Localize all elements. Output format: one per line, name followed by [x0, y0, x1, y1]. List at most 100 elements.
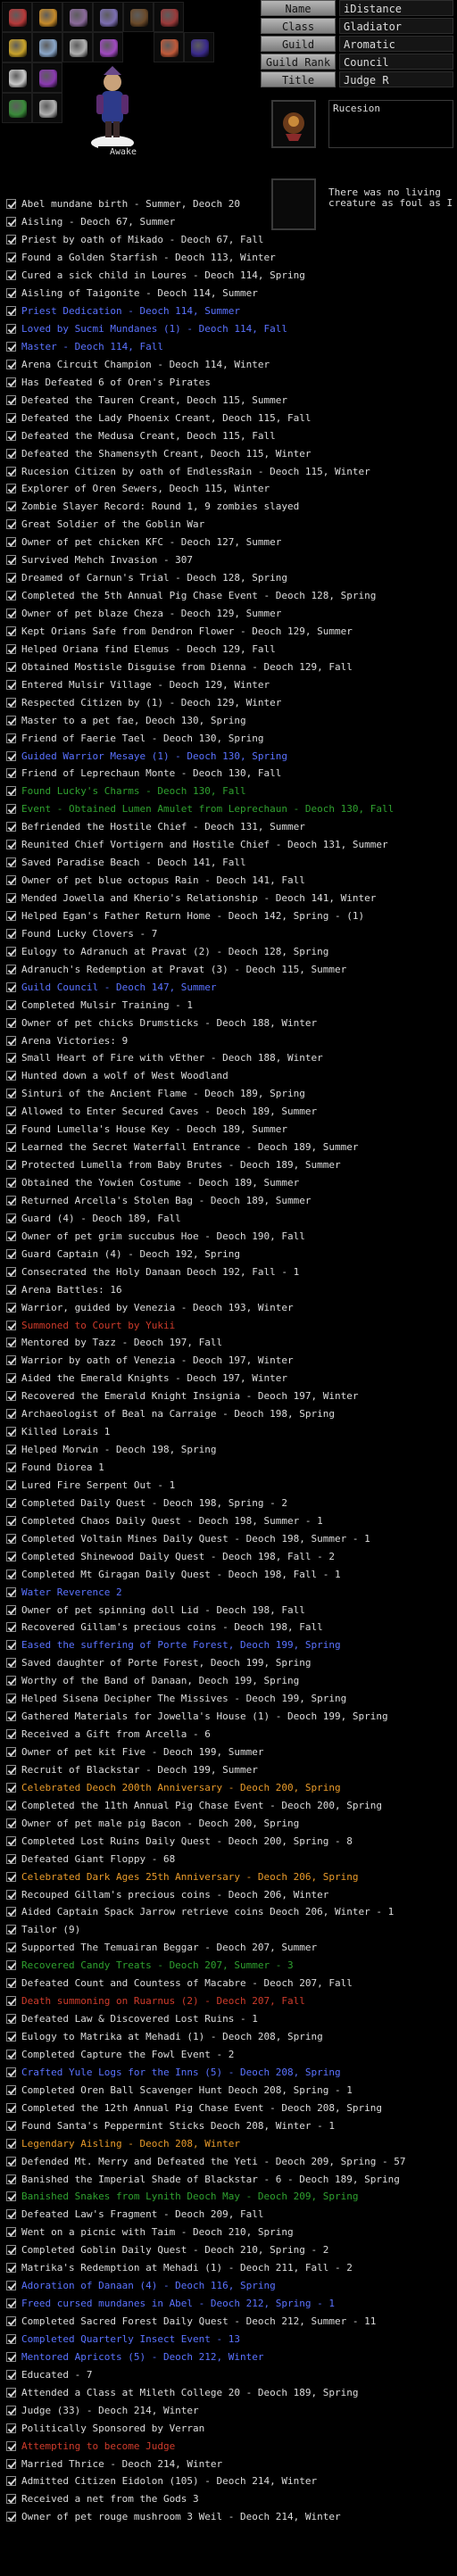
equip-slot-helm[interactable]: [2, 2, 32, 32]
equip-slot-necklace[interactable]: [2, 62, 32, 93]
legend-checkbox[interactable]: [6, 1978, 16, 1989]
legend-checkbox[interactable]: [6, 2227, 16, 2238]
legend-checkbox[interactable]: [6, 1071, 16, 1081]
legend-checkbox[interactable]: [6, 2102, 16, 2113]
legend-checkbox[interactable]: [6, 1515, 16, 1526]
legend-checkbox[interactable]: [6, 573, 16, 584]
legend-checkbox[interactable]: [6, 1213, 16, 1223]
legend-checkbox[interactable]: [6, 412, 16, 423]
legend-checkbox[interactable]: [6, 946, 16, 957]
equip-slot-ring-left[interactable]: [2, 32, 32, 62]
legend-checkbox[interactable]: [6, 1586, 16, 1597]
equip-slot-armor[interactable]: [93, 2, 123, 32]
equip-slot-boots[interactable]: [154, 2, 184, 32]
legend-checkbox[interactable]: [6, 2512, 16, 2522]
legend-checkbox[interactable]: [6, 2049, 16, 2059]
legend-checkbox[interactable]: [6, 2405, 16, 2415]
legend-checkbox[interactable]: [6, 1284, 16, 1295]
legend-checkbox[interactable]: [6, 1942, 16, 1953]
legend-checkbox[interactable]: [6, 2209, 16, 2220]
legend-checkbox[interactable]: [6, 1622, 16, 1633]
equip-slot-earring[interactable]: [32, 62, 62, 93]
legend-checkbox[interactable]: [6, 928, 16, 939]
legend-checkbox[interactable]: [6, 875, 16, 886]
legend-checkbox[interactable]: [6, 661, 16, 672]
legend-checkbox[interactable]: [6, 1248, 16, 1259]
legend-checkbox[interactable]: [6, 2333, 16, 2344]
legend-checkbox[interactable]: [6, 1800, 16, 1810]
legend-checkbox[interactable]: [6, 430, 16, 441]
legend-checkbox[interactable]: [6, 982, 16, 992]
legend-checkbox[interactable]: [6, 537, 16, 548]
legend-checkbox[interactable]: [6, 1373, 16, 1384]
equip-slot-coat[interactable]: [184, 32, 214, 62]
legend-checkbox[interactable]: [6, 1604, 16, 1615]
legend-checkbox[interactable]: [6, 2138, 16, 2149]
legend-checkbox[interactable]: [6, 1445, 16, 1455]
legend-checkbox[interactable]: [6, 2423, 16, 2433]
legend-checkbox[interactable]: [6, 1391, 16, 1402]
legend-checkbox[interactable]: [6, 1089, 16, 1099]
legend-checkbox[interactable]: [6, 1124, 16, 1135]
legend-checkbox[interactable]: [6, 1178, 16, 1189]
legend-checkbox[interactable]: [6, 341, 16, 352]
legend-checkbox[interactable]: [6, 1996, 16, 2007]
legend-checkbox[interactable]: [6, 1035, 16, 1046]
legend-checkbox[interactable]: [6, 2440, 16, 2451]
legend-checkbox[interactable]: [6, 324, 16, 335]
legend-checkbox[interactable]: [6, 1320, 16, 1330]
legend-checkbox[interactable]: [6, 2067, 16, 2077]
legend-checkbox[interactable]: [6, 2316, 16, 2327]
legend-checkbox[interactable]: [6, 910, 16, 921]
legend-checkbox[interactable]: [6, 697, 16, 708]
legend-checkbox[interactable]: [6, 1782, 16, 1793]
legend-checkbox[interactable]: [6, 2387, 16, 2398]
legend-checkbox[interactable]: [6, 359, 16, 369]
legend-checkbox[interactable]: [6, 1462, 16, 1473]
legend-checkbox[interactable]: [6, 609, 16, 619]
legend-checkbox[interactable]: [6, 2299, 16, 2309]
legend-checkbox[interactable]: [6, 1230, 16, 1241]
legend-checkbox[interactable]: [6, 1871, 16, 1882]
legend-checkbox[interactable]: [6, 1266, 16, 1277]
legend-checkbox[interactable]: [6, 1409, 16, 1420]
equip-slot-amulet[interactable]: [32, 2, 62, 32]
legend-checkbox[interactable]: [6, 1925, 16, 1935]
legend-checkbox[interactable]: [6, 199, 16, 210]
legend-checkbox[interactable]: [6, 1835, 16, 1846]
legend-checkbox[interactable]: [6, 2191, 16, 2202]
legend-checkbox[interactable]: [6, 1729, 16, 1740]
legend-checkbox[interactable]: [6, 1427, 16, 1437]
legend-checkbox[interactable]: [6, 217, 16, 228]
legend-checkbox[interactable]: [6, 288, 16, 299]
legend-checkbox[interactable]: [6, 501, 16, 512]
legend-checkbox[interactable]: [6, 625, 16, 636]
legend-checkbox[interactable]: [6, 822, 16, 832]
legend-checkbox[interactable]: [6, 1479, 16, 1490]
legend-checkbox[interactable]: [6, 1497, 16, 1508]
equip-slot-weapon[interactable]: [62, 2, 93, 32]
legend-checkbox[interactable]: [6, 715, 16, 725]
legend-checkbox[interactable]: [6, 857, 16, 868]
legend-checkbox[interactable]: [6, 1960, 16, 1971]
legend-checkbox[interactable]: [6, 2263, 16, 2274]
legend-checkbox[interactable]: [6, 1569, 16, 1579]
legend-checkbox[interactable]: [6, 1142, 16, 1153]
legend-checkbox[interactable]: [6, 733, 16, 743]
legend-checkbox[interactable]: [6, 1533, 16, 1544]
legend-checkbox[interactable]: [6, 1053, 16, 1064]
legend-checkbox[interactable]: [6, 768, 16, 779]
legend-checkbox[interactable]: [6, 964, 16, 974]
legend-checkbox[interactable]: [6, 2494, 16, 2505]
legend-checkbox[interactable]: [6, 1907, 16, 1918]
equip-slot-mask[interactable]: [32, 93, 62, 123]
legend-checkbox[interactable]: [6, 484, 16, 494]
legend-checkbox[interactable]: [6, 1338, 16, 1348]
legend-checkbox[interactable]: [6, 2369, 16, 2380]
legend-checkbox[interactable]: [6, 999, 16, 1010]
equip-slot-cape[interactable]: [93, 32, 123, 62]
legend-checkbox[interactable]: [6, 1747, 16, 1758]
legend-checkbox[interactable]: [6, 1106, 16, 1117]
legend-checkbox[interactable]: [6, 2014, 16, 2025]
legend-checkbox[interactable]: [6, 1195, 16, 1205]
